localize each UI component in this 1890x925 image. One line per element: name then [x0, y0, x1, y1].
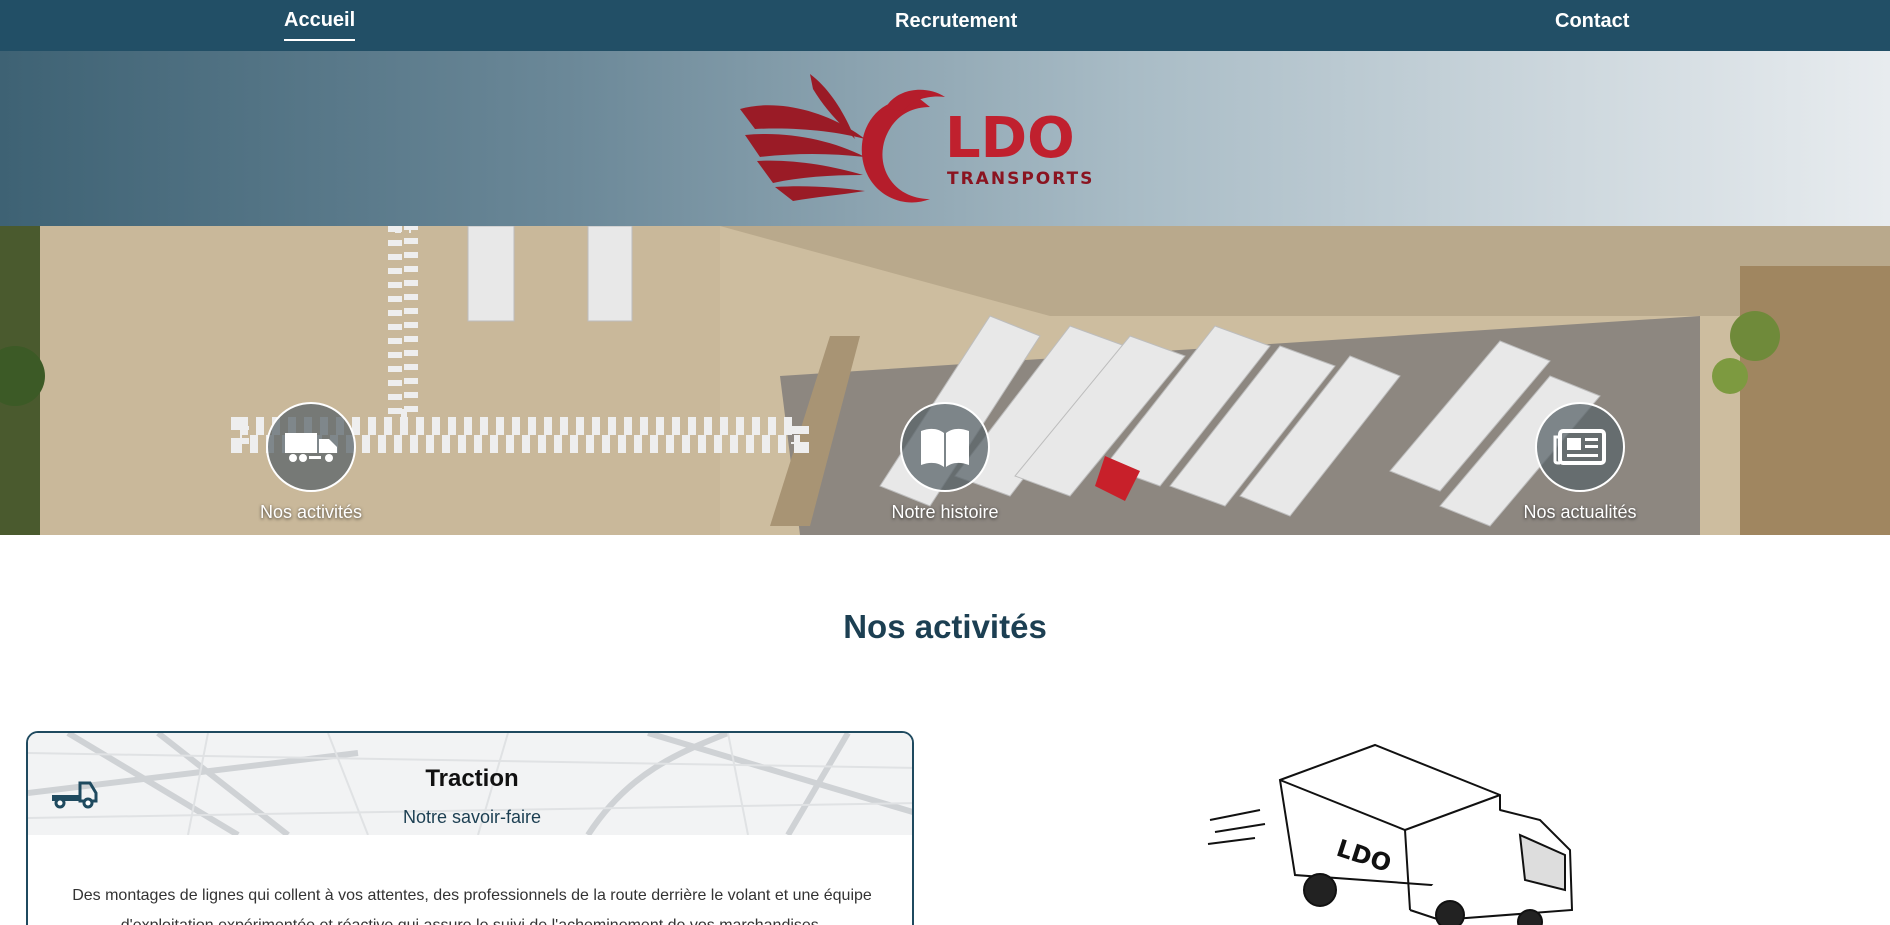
header-banner: LDO TRANSPORTS: [0, 51, 1890, 226]
hero-label-activites: Nos activités: [259, 502, 363, 522]
logo-brand-text: LDO: [945, 106, 1075, 171]
logo-tagline-text: TRANSPORTS: [947, 169, 1094, 189]
card-description: Des montages de lignes qui collent à vos…: [72, 887, 872, 925]
card-subtitle: Notre savoir-faire: [402, 807, 542, 827]
truck-icon: [266, 402, 356, 492]
nav-item-recrutement[interactable]: Recrutement: [895, 10, 1017, 42]
hero-link-activites[interactable]: Nos activités: [241, 402, 381, 523]
hero-label-histoire: Notre histoire: [891, 502, 999, 522]
top-navigation: Accueil Recrutement Contact: [0, 0, 1890, 51]
ldo-logo[interactable]: LDO TRANSPORTS: [735, 69, 1155, 209]
hero-label-actualites: Nos actualités: [1523, 502, 1637, 522]
activity-card-traction[interactable]: Traction Notre savoir-faire Des montages…: [26, 731, 914, 925]
hero-link-actualites[interactable]: Nos actualités: [1510, 402, 1650, 523]
nav-item-contact[interactable]: Contact: [1555, 10, 1629, 42]
hero-aerial-image: Nos activités Notre histoire Nos actuali…: [0, 226, 1890, 535]
nav-item-accueil[interactable]: Accueil: [284, 9, 356, 41]
card-title: Traction: [425, 765, 519, 792]
truck-sketch-icon: LDO: [1207, 743, 1574, 925]
book-icon: [900, 402, 990, 492]
section-title: Nos activités: [843, 608, 1047, 645]
hero-link-histoire[interactable]: Notre histoire: [875, 402, 1015, 523]
newspaper-icon: [1535, 402, 1625, 492]
